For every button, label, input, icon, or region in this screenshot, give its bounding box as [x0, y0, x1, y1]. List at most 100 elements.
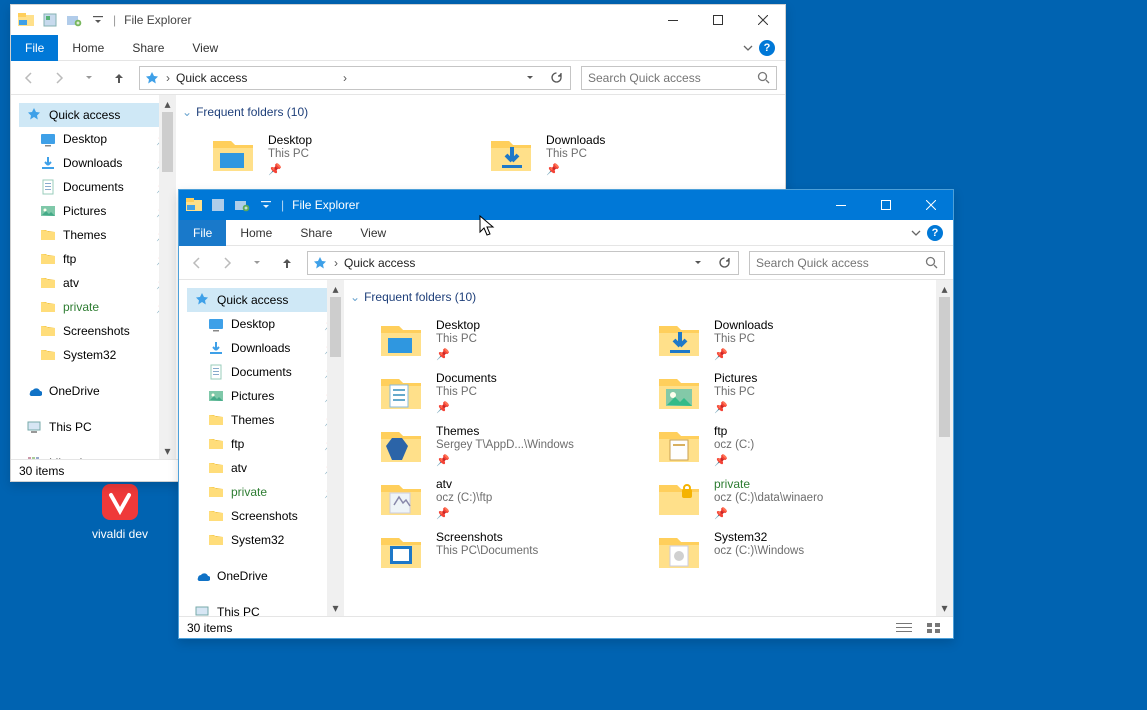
nav-onedrive[interactable]: OneDrive: [187, 564, 344, 588]
nav-item-screenshots[interactable]: Screenshots: [19, 319, 176, 343]
file-tab[interactable]: File: [179, 220, 226, 246]
search-input[interactable]: [756, 256, 925, 270]
nav-item-screenshots[interactable]: Screenshots: [187, 504, 344, 528]
folder-item-screenshots[interactable]: Screenshots This PC\Documents: [378, 528, 638, 572]
qat-dropdown-icon[interactable]: [87, 9, 109, 31]
nav-back-button[interactable]: [19, 68, 39, 88]
close-button[interactable]: [908, 190, 953, 220]
scroll-down-icon[interactable]: ▾: [327, 599, 344, 616]
nav-item-downloads[interactable]: Downloads📌: [187, 336, 344, 360]
nav-forward-button[interactable]: [217, 253, 237, 273]
qat-dropdown-icon[interactable]: [255, 194, 277, 216]
maximize-button[interactable]: [695, 5, 740, 35]
folder-item-downloads[interactable]: Downloads This PC 📌: [656, 316, 916, 361]
nav-item-atv[interactable]: atv📌: [19, 271, 176, 295]
desktop-shortcut-vivaldi[interactable]: vivaldi dev: [80, 481, 160, 541]
nav-item-system32[interactable]: System32: [187, 528, 344, 552]
navpane-scrollbar[interactable]: ▴ ▾: [159, 95, 176, 459]
help-button[interactable]: ?: [759, 40, 775, 56]
nav-quick-access[interactable]: Quick access: [187, 288, 344, 312]
ribbon-expand-icon[interactable]: [743, 43, 753, 53]
search-box[interactable]: [581, 66, 777, 90]
nav-item-desktop[interactable]: Desktop📌: [19, 127, 176, 151]
view-tab[interactable]: View: [178, 35, 232, 61]
help-button[interactable]: ?: [927, 225, 943, 241]
nav-up-button[interactable]: [109, 68, 129, 88]
search-icon[interactable]: [925, 256, 938, 269]
titlebar[interactable]: | File Explorer: [179, 190, 953, 220]
nav-up-button[interactable]: [277, 253, 297, 273]
nav-onedrive[interactable]: OneDrive: [19, 379, 176, 403]
share-tab[interactable]: Share: [286, 220, 346, 246]
folder-item-themes[interactable]: Themes Sergey T\AppD...\Windows 📌: [378, 422, 638, 467]
titlebar[interactable]: | File Explorer: [11, 5, 785, 35]
folder-item-ftp[interactable]: ftp ocz (C:) 📌: [656, 422, 916, 467]
nav-recent-dropdown[interactable]: [247, 253, 267, 273]
qat-newfolder-icon[interactable]: [63, 9, 85, 31]
nav-item-documents[interactable]: Documents📌: [19, 175, 176, 199]
navpane-scrollbar[interactable]: ▴ ▾: [327, 280, 344, 616]
scroll-down-icon[interactable]: ▾: [936, 599, 953, 616]
details-view-button[interactable]: [893, 619, 915, 637]
view-tab[interactable]: View: [346, 220, 400, 246]
qat-properties-icon[interactable]: [39, 9, 61, 31]
folder-item-atv[interactable]: atv ocz (C:)\ftp 📌: [378, 475, 638, 520]
close-button[interactable]: [740, 5, 785, 35]
folder-item-documents[interactable]: Documents This PC 📌: [378, 369, 638, 414]
navigation-pane[interactable]: Quick accessDesktop📌Downloads📌Documents📌…: [179, 280, 344, 616]
share-tab[interactable]: Share: [118, 35, 178, 61]
address-dropdown-button[interactable]: [520, 68, 540, 88]
nav-item-ftp[interactable]: ftp📌: [19, 247, 176, 271]
file-tab[interactable]: File: [11, 35, 58, 61]
nav-quick-access[interactable]: Quick access: [19, 103, 176, 127]
folder-item-private[interactable]: private ocz (C:)\data\winaero 📌: [656, 475, 916, 520]
nav-item-themes[interactable]: Themes📌: [19, 223, 176, 247]
nav-thispc[interactable]: This PC: [19, 415, 176, 439]
nav-back-button[interactable]: [187, 253, 207, 273]
maximize-button[interactable]: [863, 190, 908, 220]
ribbon-expand-icon[interactable]: [911, 228, 921, 238]
minimize-button[interactable]: [650, 5, 695, 35]
navigation-pane[interactable]: Quick accessDesktop📌Downloads📌Documents📌…: [11, 95, 176, 459]
home-tab[interactable]: Home: [226, 220, 286, 246]
nav-item-documents[interactable]: Documents📌: [187, 360, 344, 384]
scrollbar-thumb[interactable]: [330, 297, 341, 357]
nav-item-private[interactable]: private📌: [19, 295, 176, 319]
home-tab[interactable]: Home: [58, 35, 118, 61]
refresh-button[interactable]: [714, 253, 734, 273]
nav-item-ftp[interactable]: ftp📌: [187, 432, 344, 456]
address-chevron[interactable]: ›: [343, 71, 347, 85]
address-bar[interactable]: › Quick access: [307, 251, 739, 275]
nav-item-pictures[interactable]: Pictures📌: [187, 384, 344, 408]
content-pane[interactable]: ⌄ Frequent folders (10) Desktop This PC …: [344, 280, 953, 616]
folder-item-pictures[interactable]: Pictures This PC 📌: [656, 369, 916, 414]
address-bar[interactable]: › Quick access ›: [139, 66, 571, 90]
nav-item-downloads[interactable]: Downloads📌: [19, 151, 176, 175]
nav-libraries[interactable]: Libraries: [19, 451, 176, 459]
search-box[interactable]: [749, 251, 945, 275]
nav-forward-button[interactable]: [49, 68, 69, 88]
folder-item-system32[interactable]: System32 ocz (C:)\Windows: [656, 528, 916, 572]
nav-thispc[interactable]: This PC: [187, 600, 344, 616]
minimize-button[interactable]: [818, 190, 863, 220]
search-input[interactable]: [588, 71, 757, 85]
refresh-button[interactable]: [546, 68, 566, 88]
folder-item-desktop[interactable]: Desktop This PC 📌: [210, 131, 470, 176]
content-scrollbar[interactable]: ▴ ▾: [936, 280, 953, 616]
qat-properties-icon[interactable]: [207, 194, 229, 216]
nav-item-atv[interactable]: atv📌: [187, 456, 344, 480]
explorer-window-2[interactable]: | File Explorer File Home Share View ? ›…: [178, 189, 954, 639]
scroll-down-icon[interactable]: ▾: [159, 442, 176, 459]
group-header[interactable]: ⌄ Frequent folders (10): [344, 280, 953, 310]
scroll-up-icon[interactable]: ▴: [159, 95, 176, 112]
search-icon[interactable]: [757, 71, 770, 84]
nav-item-desktop[interactable]: Desktop📌: [187, 312, 344, 336]
group-header[interactable]: ⌄ Frequent folders (10): [176, 95, 785, 125]
folder-item-desktop[interactable]: Desktop This PC 📌: [378, 316, 638, 361]
scroll-up-icon[interactable]: ▴: [936, 280, 953, 297]
scrollbar-thumb[interactable]: [162, 112, 173, 172]
folder-item-downloads[interactable]: Downloads This PC 📌: [488, 131, 748, 176]
nav-item-themes[interactable]: Themes📌: [187, 408, 344, 432]
scrollbar-thumb[interactable]: [939, 297, 950, 437]
address-dropdown-button[interactable]: [688, 253, 708, 273]
